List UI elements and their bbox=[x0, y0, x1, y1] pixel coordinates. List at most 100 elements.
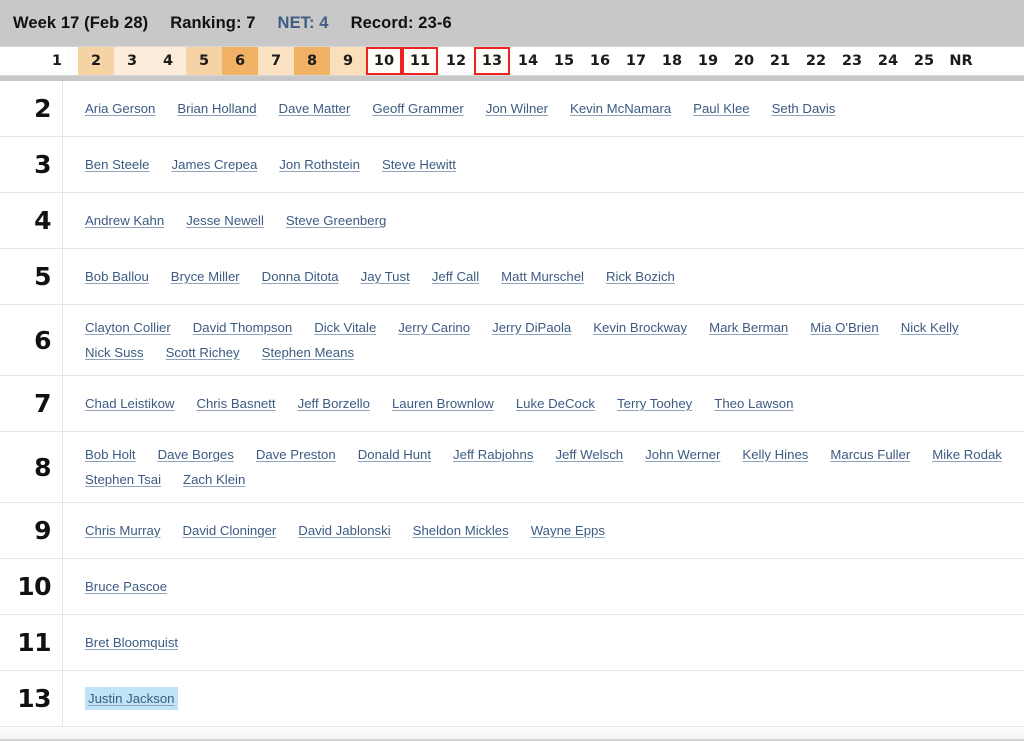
distribution-cell-18[interactable]: 18 bbox=[654, 47, 690, 75]
voter-link[interactable]: Rick Bozich bbox=[606, 266, 675, 287]
voter-link[interactable]: Zach Klein bbox=[183, 469, 245, 490]
voter-link[interactable]: Justin Jackson bbox=[85, 687, 178, 710]
voter-link[interactable]: Luke DeCock bbox=[516, 393, 595, 414]
voter-link[interactable]: Dave Matter bbox=[279, 98, 351, 119]
distribution-cell-19[interactable]: 19 bbox=[690, 47, 726, 75]
voter-link[interactable]: Stephen Tsai bbox=[85, 469, 161, 490]
voter-link[interactable]: David Thompson bbox=[193, 317, 292, 338]
voter-link[interactable]: Kelly Hines bbox=[742, 444, 808, 465]
voter-link[interactable]: David Jablonski bbox=[298, 520, 390, 541]
distribution-cell-22[interactable]: 22 bbox=[798, 47, 834, 75]
distribution-cell-16[interactable]: 16 bbox=[582, 47, 618, 75]
voter-link[interactable]: Kevin Brockway bbox=[593, 317, 687, 338]
voter-link[interactable]: Jeff Welsch bbox=[555, 444, 623, 465]
distribution-cell-6[interactable]: 6 bbox=[222, 47, 258, 75]
distribution-cell-20[interactable]: 20 bbox=[726, 47, 762, 75]
voter-link[interactable]: Sheldon Mickles bbox=[413, 520, 509, 541]
distribution-cell-2[interactable]: 2 bbox=[78, 47, 114, 75]
voter-link[interactable]: Andrew Kahn bbox=[85, 210, 164, 231]
voter-link[interactable]: Mark Berman bbox=[709, 317, 788, 338]
distribution-cell-11[interactable]: 11 bbox=[402, 47, 438, 75]
voter-link[interactable]: Geoff Grammer bbox=[372, 98, 463, 119]
voter-link[interactable]: Bob Holt bbox=[85, 444, 136, 465]
voter-link[interactable]: Jeff Borzello bbox=[298, 393, 370, 414]
distribution-cell-label: 15 bbox=[553, 53, 575, 69]
voter-link[interactable]: Jay Tust bbox=[361, 266, 410, 287]
voter-link[interactable]: Jon Rothstein bbox=[279, 154, 360, 175]
vote-distribution-section: 1 2 3 4 5 6 7 8 9 10 11 12 13 14 15 16 17 18 19 20 21 22 23 24 2… bbox=[0, 46, 1024, 81]
voter-list: Bob Ballou Bryce Miller Donna Ditota Jay Tu… bbox=[62, 249, 1024, 304]
voter-link[interactable]: Seth Davis bbox=[772, 98, 836, 119]
distribution-cell-label: 2 bbox=[90, 53, 102, 69]
voter-link[interactable]: Chris Basnett bbox=[196, 393, 275, 414]
distribution-cell-23[interactable]: 23 bbox=[834, 47, 870, 75]
voter-link[interactable]: Marcus Fuller bbox=[830, 444, 910, 465]
voter-link[interactable]: Jeff Rabjohns bbox=[453, 444, 533, 465]
distribution-cell-21[interactable]: 21 bbox=[762, 47, 798, 75]
voter-link[interactable]: Jerry Carino bbox=[398, 317, 470, 338]
voter-link[interactable]: Terry Toohey bbox=[617, 393, 692, 414]
voter-link[interactable]: Donald Hunt bbox=[358, 444, 431, 465]
voter-link[interactable]: Clayton Collier bbox=[85, 317, 171, 338]
voter-link[interactable]: Matt Murschel bbox=[501, 266, 584, 287]
voter-link[interactable]: Dave Preston bbox=[256, 444, 336, 465]
voter-link[interactable]: Bruce Pascoe bbox=[85, 576, 167, 597]
voter-list: Justin Jackson bbox=[62, 671, 1024, 726]
voter-link[interactable]: Scott Richey bbox=[166, 342, 240, 363]
distribution-cell-nr[interactable]: NR bbox=[942, 47, 980, 75]
voter-link[interactable]: Donna Ditota bbox=[262, 266, 339, 287]
distribution-cell-25[interactable]: 25 bbox=[906, 47, 942, 75]
voter-link[interactable]: Brian Holland bbox=[177, 98, 256, 119]
voter-link[interactable]: Bob Ballou bbox=[85, 266, 149, 287]
voter-link[interactable]: Stephen Means bbox=[262, 342, 354, 363]
voter-link[interactable]: Mike Rodak bbox=[932, 444, 1002, 465]
distribution-cell-label: NR bbox=[949, 53, 973, 69]
distribution-cell-9[interactable]: 9 bbox=[330, 47, 366, 75]
voter-link[interactable]: Mia O'Brien bbox=[810, 317, 878, 338]
voter-link[interactable]: Nick Kelly bbox=[901, 317, 959, 338]
voter-link[interactable]: Dave Borges bbox=[158, 444, 234, 465]
voter-link[interactable]: Kevin McNamara bbox=[570, 98, 671, 119]
voter-link[interactable]: Dick Vitale bbox=[314, 317, 376, 338]
voter-link[interactable]: Aria Gerson bbox=[85, 98, 155, 119]
rank-number: 13 bbox=[17, 684, 51, 713]
distribution-cell-13[interactable]: 13 bbox=[474, 47, 510, 75]
voter-link[interactable]: Steve Greenberg bbox=[286, 210, 386, 231]
distribution-cell-8[interactable]: 8 bbox=[294, 47, 330, 75]
distribution-cell-1[interactable]: 1 bbox=[0, 47, 78, 75]
voter-link[interactable]: Nick Suss bbox=[85, 342, 144, 363]
distribution-cell-10[interactable]: 10 bbox=[366, 47, 402, 75]
distribution-cell-17[interactable]: 17 bbox=[618, 47, 654, 75]
distribution-cell-14[interactable]: 14 bbox=[510, 47, 546, 75]
distribution-cell-label: 21 bbox=[769, 53, 791, 69]
voter-link[interactable]: Theo Lawson bbox=[714, 393, 793, 414]
voter-link[interactable]: Paul Klee bbox=[693, 98, 749, 119]
voter-link[interactable]: Bryce Miller bbox=[171, 266, 240, 287]
voter-link[interactable]: Lauren Brownlow bbox=[392, 393, 494, 414]
voter-link[interactable]: David Cloninger bbox=[182, 520, 276, 541]
distribution-cell-7[interactable]: 7 bbox=[258, 47, 294, 75]
distribution-cell-label: 20 bbox=[733, 53, 755, 69]
voter-link[interactable]: John Werner bbox=[645, 444, 720, 465]
voter-link[interactable]: Chad Leistikow bbox=[85, 393, 174, 414]
voter-link[interactable]: Chris Murray bbox=[85, 520, 160, 541]
voter-link[interactable]: Jon Wilner bbox=[486, 98, 548, 119]
distribution-cell-15[interactable]: 15 bbox=[546, 47, 582, 75]
voter-list: Clayton Collier David Thompson Dick Vitale… bbox=[62, 305, 1024, 375]
distribution-cell-12[interactable]: 12 bbox=[438, 47, 474, 75]
distribution-cell-24[interactable]: 24 bbox=[870, 47, 906, 75]
voter-link[interactable]: Ben Steele bbox=[85, 154, 150, 175]
voter-link[interactable]: Wayne Epps bbox=[531, 520, 605, 541]
voter-link[interactable]: Bret Bloomquist bbox=[85, 632, 178, 653]
voter-link[interactable]: Jerry DiPaola bbox=[492, 317, 571, 338]
distribution-cell-3[interactable]: 3 bbox=[114, 47, 150, 75]
voter-link[interactable]: James Crepea bbox=[172, 154, 258, 175]
voter-list: Chris Murray David Cloninger David Jablons… bbox=[62, 503, 1024, 558]
page-bottom-fade bbox=[0, 727, 1024, 741]
distribution-cell-label: 18 bbox=[661, 53, 683, 69]
voter-link[interactable]: Steve Hewitt bbox=[382, 154, 456, 175]
distribution-cell-4[interactable]: 4 bbox=[150, 47, 186, 75]
distribution-cell-5[interactable]: 5 bbox=[186, 47, 222, 75]
voter-link[interactable]: Jesse Newell bbox=[186, 210, 264, 231]
voter-link[interactable]: Jeff Call bbox=[432, 266, 479, 287]
